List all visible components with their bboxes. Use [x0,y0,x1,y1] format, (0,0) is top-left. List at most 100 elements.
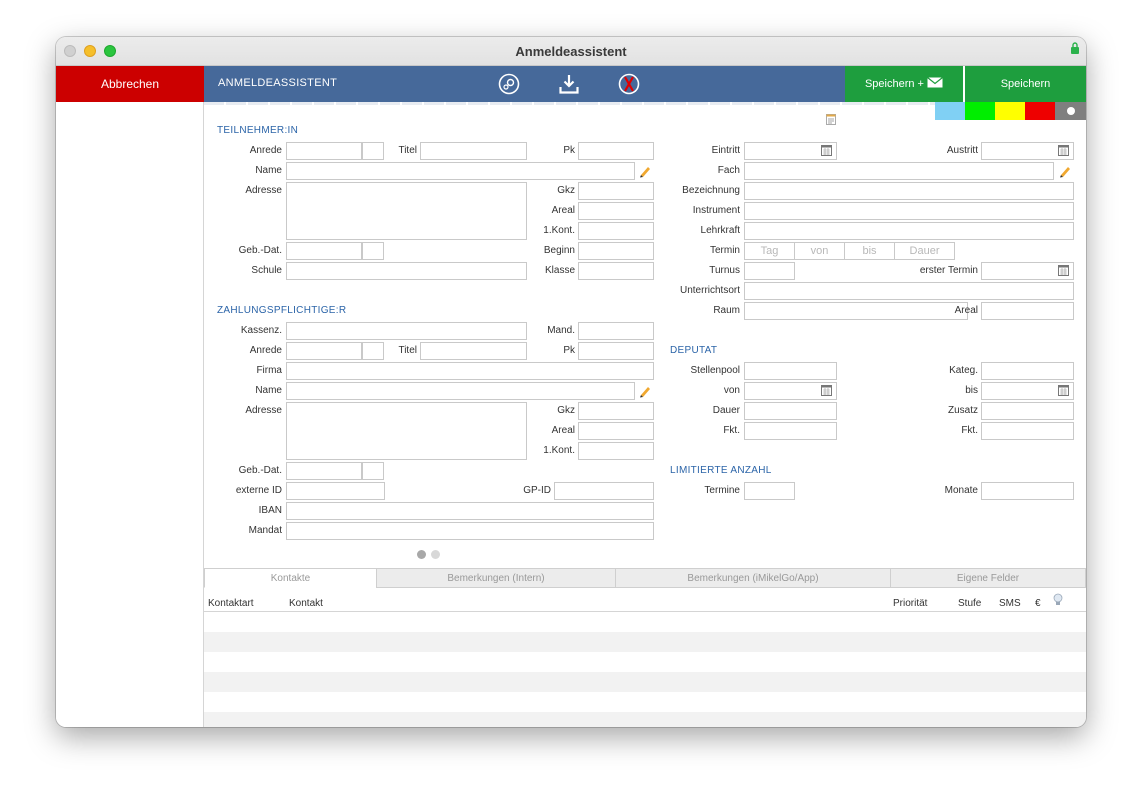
download-icon[interactable] [557,72,581,96]
calendar-icon[interactable] [821,385,832,396]
payer-titel-input[interactable] [420,342,527,360]
payer-kont-input[interactable] [578,442,654,460]
col-stufe[interactable]: Stufe [958,598,981,609]
lightbulb-icon[interactable] [1053,593,1063,607]
anrede-input[interactable] [286,142,362,160]
fach-label: Fach [717,165,740,176]
calendar-icon[interactable] [1058,145,1069,156]
settings-icon[interactable] [497,72,521,96]
tab-kontakte[interactable]: Kontakte [204,568,377,588]
color-swatch-gray[interactable] [1055,102,1086,120]
cancel-button[interactable]: Abbrechen [56,66,204,102]
table-row[interactable] [204,612,1086,632]
pk-input[interactable] [578,142,654,160]
firma-input[interactable] [286,362,654,380]
app-window: Anmeldeassistent Abbrechen ANMELDEASSIST… [56,37,1086,727]
payer-gkz-input[interactable] [578,402,654,420]
tab-eigene-felder[interactable]: Eigene Felder [890,568,1086,588]
stellenpool-input[interactable] [744,362,837,380]
anrede-label: Anrede [249,145,282,156]
schule-input[interactable] [286,262,527,280]
payer-name-input[interactable] [286,382,635,400]
no-delete-icon[interactable] [617,72,641,96]
monate-input[interactable] [981,482,1074,500]
titel-input[interactable] [420,142,527,160]
bezeichnung-input[interactable] [744,182,1074,200]
payer-anrede-input[interactable] [286,342,362,360]
pencil-icon[interactable] [1058,164,1072,178]
col-sms[interactable]: SMS [999,598,1021,609]
color-swatch-yellow[interactable] [995,102,1025,120]
calendar-icon[interactable] [821,145,832,156]
table-row[interactable] [204,632,1086,652]
payer-gebdat-input[interactable] [286,462,362,480]
calendar-icon[interactable] [1058,385,1069,396]
table-row[interactable] [204,672,1086,692]
col-euro[interactable]: € [1035,598,1041,609]
kateg-input[interactable] [981,362,1074,380]
save-and-mail-button[interactable]: Speichern + [845,66,964,102]
course-areal-label: Areal [954,305,978,316]
gebdat-input[interactable] [286,242,362,260]
beginn-label: Beginn [543,245,575,256]
termin-bis[interactable]: bis [844,242,895,260]
zusatz-input[interactable] [981,402,1074,420]
record-info-icon[interactable] [826,114,836,125]
externe-id-input[interactable] [286,482,385,500]
kont-input[interactable] [578,222,654,240]
col-prioritaet[interactable]: Priorität [893,598,927,609]
termine-input[interactable] [744,482,795,500]
name-input[interactable] [286,162,635,180]
contacts-table-body [204,612,1086,727]
payer-pk-label: Pk [563,345,575,356]
fkt2-input[interactable] [981,422,1074,440]
calendar-icon[interactable] [1058,265,1069,276]
col-kontaktart[interactable]: Kontaktart [208,598,254,609]
termin-dauer[interactable]: Dauer [894,242,955,260]
gebdat-extra[interactable] [362,242,384,260]
lock-icon[interactable] [1070,42,1080,54]
col-kontakt[interactable]: Kontakt [289,598,323,609]
page-dot-1[interactable] [417,550,426,559]
mandat-input[interactable] [286,522,654,540]
unterrichtsort-input[interactable] [744,282,1074,300]
table-row[interactable] [204,652,1086,672]
klasse-input[interactable] [578,262,654,280]
course-areal-input[interactable] [981,302,1074,320]
tab-bemerkungen-app[interactable]: Bemerkungen (iMikelGo/App) [615,568,891,588]
iban-input[interactable] [286,502,654,520]
fkt-input[interactable] [744,422,837,440]
payer-areal-input[interactable] [578,422,654,440]
gpid-input[interactable] [554,482,654,500]
color-swatch-red[interactable] [1025,102,1055,120]
color-swatch-blue[interactable] [935,102,965,120]
fach-input[interactable] [744,162,1054,180]
termin-von[interactable]: von [794,242,845,260]
pencil-icon[interactable] [638,384,652,398]
termin-tag[interactable]: Tag [744,242,795,260]
page-dot-2[interactable] [431,550,440,559]
color-swatch-green[interactable] [965,102,995,120]
table-row[interactable] [204,712,1086,727]
tab-bemerkungen-intern[interactable]: Bemerkungen (Intern) [376,568,616,588]
window-title: Anmeldeassistent [515,44,627,59]
save-button[interactable]: Speichern [965,66,1086,102]
payer-pk-input[interactable] [578,342,654,360]
table-row[interactable] [204,692,1086,712]
turnus-input[interactable] [744,262,795,280]
payer-anrede-dropdown[interactable] [362,342,384,360]
payer-adresse-textarea[interactable] [286,402,527,460]
gkz-input[interactable] [578,182,654,200]
areal-input[interactable] [578,202,654,220]
kassenz-input[interactable] [286,322,527,340]
beginn-input[interactable] [578,242,654,260]
deputat-dauer-input[interactable] [744,402,837,420]
anrede-dropdown[interactable] [362,142,384,160]
adresse-textarea[interactable] [286,182,527,240]
mand-input[interactable] [578,322,654,340]
pencil-icon[interactable] [638,164,652,178]
lehrkraft-input[interactable] [744,222,1074,240]
payer-adresse-label: Adresse [245,405,282,416]
instrument-input[interactable] [744,202,1074,220]
payer-gebdat-extra[interactable] [362,462,384,480]
